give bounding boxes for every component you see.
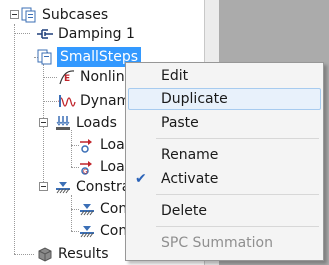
menu-item-label: Paste [161,115,199,131]
tree-node-constraint-2[interactable]: Con [78,221,127,241]
collapse-toggle-loads[interactable] [39,118,48,127]
load-icon [78,136,96,154]
svg-text:G: G [83,169,88,176]
menu-item-activate[interactable]: ✔ Activate [128,168,321,190]
menu-separator [156,194,319,195]
menu-separator [156,226,319,227]
tree-node-constraints[interactable]: Constra [54,177,130,197]
tree-line [71,195,72,231]
nonlinear-icon: E [58,68,76,86]
tree-line [43,77,57,78]
menu-item-label: SPC Summation [161,235,273,251]
constraint-icon [78,222,96,240]
tree-node-label: Nonlin [80,69,125,85]
tree-node-label: Loads [76,115,117,131]
menu-item-label: Delete [161,203,207,219]
tree-node-damping[interactable]: Damping 1 [36,24,135,44]
tree-node-label: Damping 1 [58,26,135,42]
tree-node-nonlinear[interactable]: E Nonlin [58,67,125,87]
dynamic-icon [58,92,76,110]
tree-node-loads[interactable]: Loads [54,113,117,133]
tree-node-results[interactable]: Results [36,244,109,264]
load-icon: G [78,158,96,176]
tree-node-constraint-1[interactable]: Con [78,199,127,219]
collapse-toggle-subcases[interactable] [10,10,19,19]
tree-node-load-1[interactable]: Loa [78,135,125,155]
menu-item-delete[interactable]: Delete [128,200,321,222]
menu-item-label: Activate [161,171,219,187]
tree-line [43,101,57,102]
results-icon [36,245,54,263]
tree-node-load-2[interactable]: G Loa [78,157,125,177]
checkmark-icon: ✔ [135,171,147,187]
constraints-icon [54,178,72,196]
tree-node-label: Results [58,246,109,262]
tree-node-dynamic[interactable]: Dynam [58,91,130,111]
constraint-icon [78,200,96,218]
tree-node-label: Constra [76,179,131,195]
menu-item-label: Rename [161,147,219,163]
subcase-icon [36,48,54,66]
svg-text:E: E [64,74,70,84]
tree-line [71,130,72,167]
menu-item-label: Duplicate [161,91,228,107]
menu-item-paste[interactable]: Paste [128,112,321,134]
tree-line [14,254,34,255]
tree-line [14,24,15,254]
collapse-toggle-constraints[interactable] [39,182,48,191]
menu-item-spc-summation: SPC Summation [128,232,321,254]
subcases-icon [20,6,38,24]
tree-node-label: Con [100,201,128,217]
menu-item-duplicate[interactable]: Duplicate [128,88,321,110]
tree-node-label: Loa [100,137,125,153]
tree-node-label: Loa [100,159,125,175]
damping-icon [36,25,54,43]
menu-separator [156,138,319,139]
menu-item-rename[interactable]: Rename [128,144,321,166]
loads-icon [54,114,72,132]
tree-node-label: Subcases [42,7,109,23]
menu-item-label: Edit [161,68,189,84]
tree-node-label: Con [100,223,128,239]
context-menu: Edit Duplicate Paste Rename ✔ Activate D… [125,62,324,261]
tree-line [14,33,30,34]
tree-node-label: Dynam [80,93,131,109]
menu-item-edit[interactable]: Edit [128,65,321,87]
tree-node-subcases[interactable]: Subcases [20,5,108,25]
